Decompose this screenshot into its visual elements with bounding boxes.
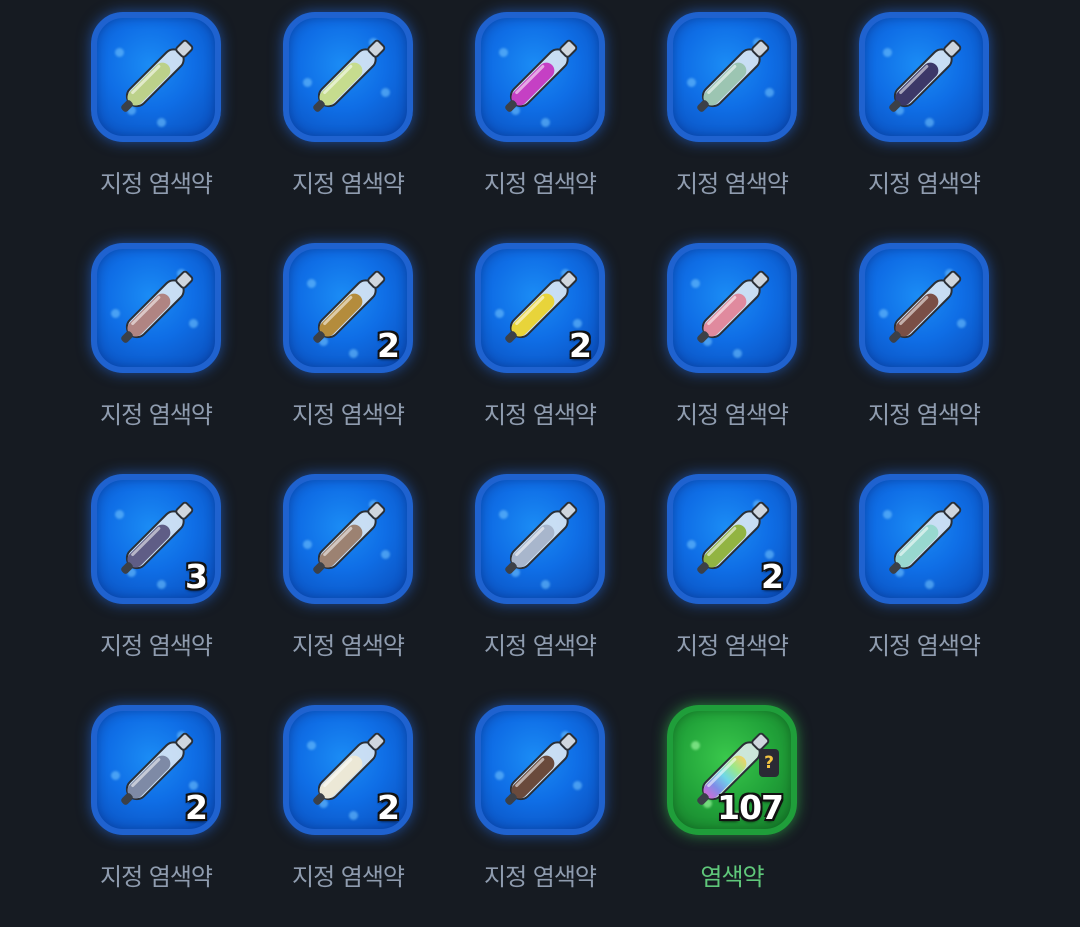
item-label: 지정 염색약 [483,401,597,429]
inventory-item[interactable]: 2 지정 염색약 [272,237,424,465]
dye-vial-icon [121,39,194,112]
item-label: 지정 염색약 [99,632,213,660]
question-tag-icon: ? [759,749,779,777]
inventory-item[interactable]: 2 지정 염색약 [464,237,616,465]
item-count: 2 [761,557,784,596]
inventory-item[interactable]: 지정 염색약 [80,6,232,234]
item-label: 지정 염색약 [99,863,213,891]
item-slot: ? 107 [667,705,797,835]
dye-vial-icon [505,39,578,112]
item-slot [859,12,989,142]
dye-vial-icon [505,501,578,574]
inventory-item[interactable]: 지정 염색약 [464,699,616,927]
item-slot [859,474,989,604]
item-label: 지정 염색약 [675,170,789,198]
item-label: 지정 염색약 [675,401,789,429]
item-slot [475,474,605,604]
inventory-item[interactable]: 지정 염색약 [272,6,424,234]
inventory-item-random-dye[interactable]: ? 107 염색약 [656,699,808,927]
item-slot: 3 [91,474,221,604]
inventory-item[interactable]: 지정 염색약 [656,237,808,465]
dye-vial-icon [697,270,770,343]
item-label: 지정 염색약 [483,863,597,891]
inventory-item[interactable]: 지정 염색약 [848,468,1000,696]
item-count: 107 [717,788,784,827]
item-label: 지정 염색약 [867,401,981,429]
item-label: 지정 염색약 [291,401,405,429]
item-label: 지정 염색약 [867,170,981,198]
dye-vial-icon [313,39,386,112]
item-slot: 2 [283,243,413,373]
dye-vial-icon [505,732,578,805]
item-count: 2 [185,788,208,827]
item-label: 지정 염색약 [867,632,981,660]
item-count: 2 [377,788,400,827]
item-slot: 2 [667,474,797,604]
inventory-item[interactable]: 지정 염색약 [848,6,1000,234]
item-count: 2 [377,326,400,365]
item-slot [859,243,989,373]
item-label: 지정 염색약 [291,863,405,891]
item-slot [91,12,221,142]
item-slot [283,474,413,604]
item-slot [667,12,797,142]
dye-vial-icon [889,501,962,574]
inventory-item[interactable]: 2 지정 염색약 [272,699,424,927]
item-label: 지정 염색약 [483,170,597,198]
inventory-item[interactable]: 3 지정 염색약 [80,468,232,696]
inventory-item[interactable]: 지정 염색약 [272,468,424,696]
inventory-item[interactable]: 지정 염색약 [464,6,616,234]
item-label: 지정 염색약 [483,632,597,660]
item-slot [475,12,605,142]
dye-vial-icon [121,270,194,343]
inventory-item[interactable]: 지정 염색약 [80,237,232,465]
item-slot: 2 [91,705,221,835]
inventory-item[interactable]: 2 지정 염색약 [80,699,232,927]
item-slot [475,705,605,835]
item-slot [283,12,413,142]
item-slot [667,243,797,373]
item-label: 지정 염색약 [291,632,405,660]
item-count: 3 [185,557,208,596]
item-count: 2 [569,326,592,365]
item-label: 지정 염색약 [675,632,789,660]
item-label: 지정 염색약 [99,170,213,198]
dye-vial-icon [889,270,962,343]
item-label: 지정 염색약 [99,401,213,429]
item-slot: 2 [283,705,413,835]
dye-inventory-grid: 지정 염색약 지정 염색약 지정 염색약 지정 염색약 지정 염색약 지정 염색… [80,6,1000,927]
inventory-item[interactable]: 지정 염색약 [656,6,808,234]
item-label: 지정 염색약 [291,170,405,198]
inventory-item[interactable]: 지정 염색약 [464,468,616,696]
inventory-item[interactable]: 2 지정 염색약 [656,468,808,696]
item-slot: 2 [475,243,605,373]
item-slot [91,243,221,373]
dye-vial-icon [889,39,962,112]
inventory-item[interactable]: 지정 염색약 [848,237,1000,465]
dye-vial-icon [697,39,770,112]
dye-vial-icon [313,501,386,574]
item-label: 염색약 [700,863,764,891]
